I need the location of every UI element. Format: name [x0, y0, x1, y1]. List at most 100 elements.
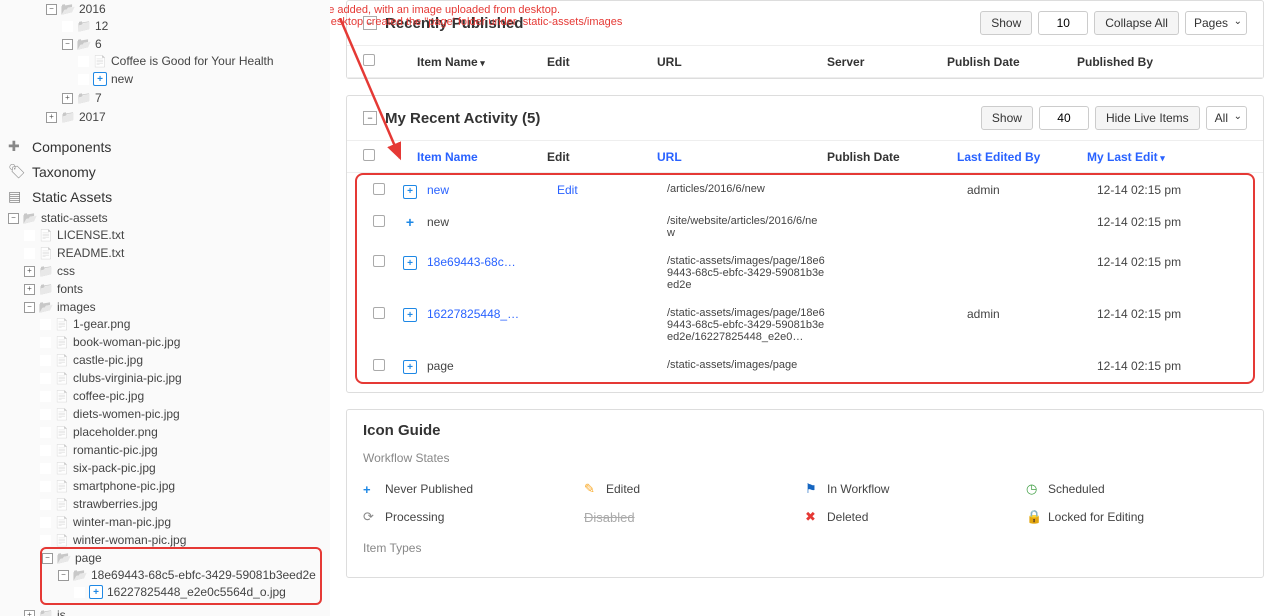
expand-icon[interactable]: + — [24, 266, 35, 277]
row-checkbox[interactable] — [373, 183, 385, 195]
section-static-assets[interactable]: ▤ Static Assets — [8, 184, 322, 209]
collapse-icon[interactable]: − — [58, 570, 69, 581]
state-icon: 🔒 — [1026, 509, 1040, 525]
my-last-edit: 12-14 02:15 pm — [1097, 183, 1237, 197]
highlighted-rows: newEdit/articles/2016/6/newadmin12-14 02… — [355, 173, 1255, 384]
expand-icon[interactable]: + — [24, 610, 35, 616]
legend-item: ✖Deleted — [805, 503, 1026, 531]
pages-select[interactable]: Pages — [1185, 11, 1247, 35]
tree-file[interactable]: winter-woman-pic.jpg — [73, 533, 186, 547]
show-button[interactable]: Show — [980, 11, 1032, 35]
item-name[interactable]: 16227825448_… — [427, 307, 557, 321]
file-icon — [39, 228, 53, 242]
col-item-name[interactable]: Item Name — [417, 150, 547, 164]
tree-7[interactable]: 7 — [95, 91, 102, 105]
show-button[interactable]: Show — [981, 106, 1033, 130]
tree-new[interactable]: new — [111, 72, 133, 86]
column-headers: Item Name Edit URL Publish Date Last Edi… — [347, 141, 1263, 173]
tree-file[interactable]: winter-man-pic.jpg — [73, 515, 171, 529]
row-checkbox[interactable] — [373, 255, 385, 267]
item-url: /static-assets/images/page/18e69443-68c5… — [667, 307, 837, 343]
new-item-icon — [403, 308, 417, 322]
tree-file[interactable]: castle-pic.jpg — [73, 353, 143, 367]
item-name[interactable]: 18e69443-68c… — [427, 255, 557, 269]
expand-icon[interactable]: + — [62, 93, 73, 104]
tree-css[interactable]: css — [57, 264, 75, 278]
tree-images[interactable]: images — [57, 300, 96, 314]
col-edit[interactable]: Edit — [547, 55, 657, 69]
legend-item: 🔒 Locked for Editing — [1026, 503, 1247, 531]
item-name[interactable]: new — [427, 215, 557, 229]
state-label: Locked for Editing — [1048, 510, 1144, 524]
annotation-arrow-icon — [330, 18, 410, 178]
filter-select[interactable]: All — [1206, 106, 1247, 130]
edit-link[interactable]: Edit — [557, 183, 667, 197]
tree-file[interactable]: 1-gear.png — [73, 317, 130, 331]
col-url[interactable]: URL — [657, 55, 827, 69]
tree-page-file[interactable]: 16227825448_e2e0c5564d_o.jpg — [107, 585, 286, 599]
tree-fonts[interactable]: fonts — [57, 282, 83, 296]
state-label: Never Published — [385, 482, 473, 496]
tree-page[interactable]: page — [75, 551, 102, 565]
collapse-icon[interactable]: − — [62, 39, 73, 50]
row-checkbox[interactable] — [373, 307, 385, 319]
hide-live-button[interactable]: Hide Live Items — [1095, 106, 1200, 130]
item-name[interactable]: new — [427, 183, 557, 197]
new-item-icon — [403, 185, 417, 199]
tree-file[interactable]: romantic-pic.jpg — [73, 443, 158, 457]
col-publish-date[interactable]: Publish Date — [827, 150, 957, 164]
legend-item: ⚑In Workflow — [805, 475, 1026, 503]
col-published-by[interactable]: Published By — [1077, 55, 1247, 69]
tree-file[interactable]: clubs-virginia-pic.jpg — [73, 371, 182, 385]
collapse-icon[interactable]: − — [8, 213, 19, 224]
item-name[interactable]: page — [427, 359, 557, 373]
tree-coffee[interactable]: Coffee is Good for Your Health — [111, 54, 274, 68]
tree-2017[interactable]: 2017 — [79, 110, 106, 124]
row-checkbox[interactable] — [373, 215, 385, 227]
state-icon: ✖ — [805, 509, 819, 525]
tree-file[interactable]: diets-women-pic.jpg — [73, 407, 180, 421]
tree-page-sub[interactable]: 18e69443-68c5-ebfc-3429-59081b3eed2e — [91, 568, 316, 582]
tree-6[interactable]: 6 — [95, 37, 102, 51]
tree-license[interactable]: LICENSE.txt — [57, 228, 124, 242]
section-components[interactable]: ✚ Components — [8, 134, 322, 159]
col-my-last-edit[interactable]: My Last Edit — [1087, 150, 1247, 164]
tree-js[interactable]: js — [57, 608, 66, 616]
tree-file[interactable]: coffee-pic.jpg — [73, 389, 144, 403]
expand-icon[interactable]: + — [24, 284, 35, 295]
tree-file[interactable]: six-pack-pic.jpg — [73, 461, 156, 475]
my-last-edit: 12-14 02:15 pm — [1097, 359, 1237, 373]
tree-2016[interactable]: 2016 — [79, 2, 106, 16]
state-icon: ⚑ — [805, 481, 819, 497]
collapse-all-button[interactable]: Collapse All — [1094, 11, 1179, 35]
tree-file[interactable]: strawberries.jpg — [73, 497, 158, 511]
expand-icon[interactable]: + — [46, 112, 57, 123]
folder-icon — [39, 608, 53, 616]
tree-file[interactable]: smartphone-pic.jpg — [73, 479, 175, 493]
my-last-edit: 12-14 02:15 pm — [1097, 215, 1237, 229]
tree-12[interactable]: 12 — [95, 19, 108, 33]
tree-static-assets[interactable]: static-assets — [41, 211, 108, 225]
legend-item: +Never Published — [363, 475, 584, 503]
file-icon — [55, 461, 69, 475]
collapse-icon[interactable]: − — [42, 553, 53, 564]
item-url: /static-assets/images/page — [667, 359, 837, 371]
row-checkbox[interactable] — [373, 359, 385, 371]
col-publish-date[interactable]: Publish Date — [947, 55, 1077, 69]
my-last-edit: 12-14 02:15 pm — [1097, 307, 1237, 321]
col-url[interactable]: URL — [657, 150, 827, 164]
col-edit[interactable]: Edit — [547, 150, 657, 164]
workflow-legend: +Never Published✎Edited⚑In Workflow◷Sche… — [363, 475, 1247, 531]
last-edited-by: admin — [967, 307, 1097, 321]
collapse-icon[interactable]: − — [46, 4, 57, 15]
section-taxonomy[interactable]: 🏷 Taxonomy — [8, 159, 322, 184]
col-server[interactable]: Server — [827, 55, 947, 69]
col-last-edited-by[interactable]: Last Edited By — [957, 150, 1087, 164]
tree-readme[interactable]: README.txt — [57, 246, 124, 260]
count-input[interactable] — [1039, 106, 1089, 130]
tree-file[interactable]: placeholder.png — [73, 425, 158, 439]
count-input[interactable] — [1038, 11, 1088, 35]
col-item-name[interactable]: Item Name — [417, 55, 547, 69]
collapse-icon[interactable]: − — [24, 302, 35, 313]
tree-file[interactable]: book-woman-pic.jpg — [73, 335, 180, 349]
